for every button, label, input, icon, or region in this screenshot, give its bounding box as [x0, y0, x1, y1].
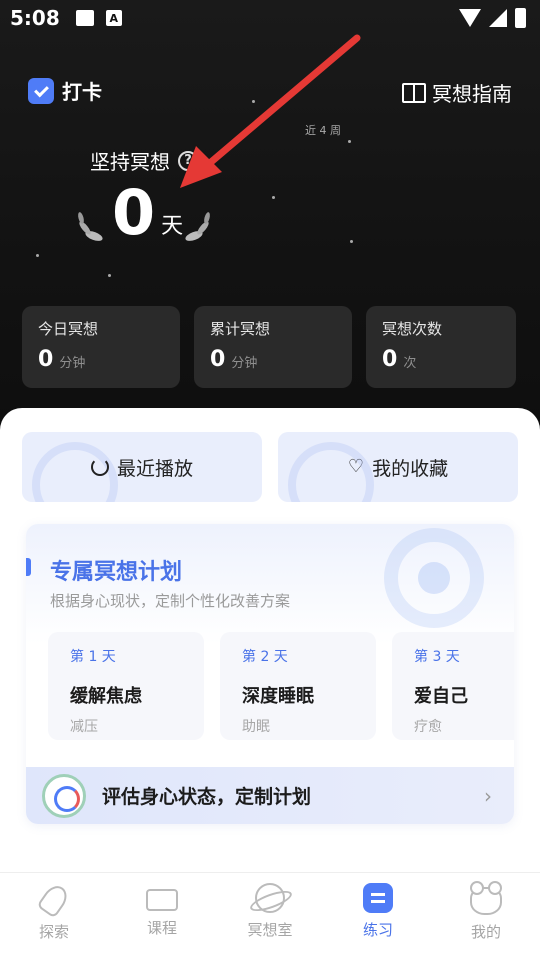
planet-icon — [255, 883, 285, 913]
day-label: 第 3 天 — [414, 649, 460, 665]
plan-day-card[interactable]: 第 1 天 缓解焦虑 减压 — [48, 632, 204, 740]
plan-card: 专属冥想计划 根据身心现状，定制个性化改善方案 第 1 天 缓解焦虑 减压 第 … — [26, 524, 514, 824]
bottom-tab-bar: 探索 课程 冥想室 练习 我的 — [0, 872, 540, 960]
stat-title: 冥想次数 — [382, 320, 443, 338]
stat-value: 0 — [38, 347, 54, 372]
stat-card-count: 冥想次数 0 次 — [366, 306, 516, 388]
content-sheet: 最近播放 ♡ 我的收藏 专属冥想计划 根据身心现状，定制个性化改善方案 第 1 … — [0, 408, 540, 878]
plan-days: 第 1 天 缓解焦虑 减压 第 2 天 深度睡眠 助眠 第 3 天 爱自己 疗愈 — [48, 632, 514, 740]
tab-label: 冥想室 — [247, 921, 293, 939]
chevron-right-icon: › — [484, 783, 492, 808]
plan-day-card[interactable]: 第 3 天 爱自己 疗愈 — [392, 632, 514, 740]
plan-title: 专属冥想计划 — [50, 560, 183, 585]
day-name: 深度睡眠 — [242, 686, 314, 707]
annotation-arrow — [180, 34, 361, 188]
graduation-cap-icon — [146, 889, 178, 911]
stat-title: 累计冥想 — [210, 320, 271, 338]
assess-label: 评估身心状态，定制计划 — [102, 786, 312, 808]
day-tag: 减压 — [70, 719, 98, 735]
tab-label: 练习 — [362, 921, 393, 939]
stat-unit: 分钟 — [59, 356, 86, 371]
recent-play-label: 最近播放 — [116, 457, 193, 480]
tab-explore[interactable]: 探索 — [0, 873, 108, 960]
stat-value: 0 — [382, 347, 398, 372]
rocket-icon — [36, 881, 72, 919]
tab-mine[interactable]: 我的 — [432, 873, 540, 960]
recent-play-button[interactable]: 最近播放 — [22, 432, 262, 502]
stat-value: 0 — [210, 347, 226, 372]
bear-icon — [470, 881, 502, 915]
tab-label: 课程 — [146, 919, 177, 937]
stats-row: 今日冥想 0 分钟 累计冥想 0 分钟 冥想次数 0 次 — [22, 306, 516, 388]
stat-card-total: 累计冥想 0 分钟 — [194, 306, 352, 388]
quick-actions: 最近播放 ♡ 我的收藏 — [22, 432, 518, 502]
stat-unit: 分钟 — [231, 356, 258, 371]
day-label: 第 2 天 — [242, 649, 288, 665]
assessment-icon — [42, 773, 86, 818]
day-tag: 助眠 — [242, 719, 270, 735]
tab-courses[interactable]: 课程 — [108, 873, 216, 960]
day-label: 第 1 天 — [70, 649, 116, 665]
heart-icon: ♡ — [347, 456, 365, 477]
stat-title: 今日冥想 — [38, 320, 99, 338]
refresh-icon — [90, 458, 109, 476]
plan-subtitle: 根据身心现状，定制个性化改善方案 — [50, 592, 291, 610]
plan-day-card[interactable]: 第 2 天 深度睡眠 助眠 — [220, 632, 376, 740]
day-tag: 疗愈 — [414, 719, 442, 735]
tab-label: 我的 — [470, 923, 501, 941]
tab-meditation-room[interactable]: 冥想室 — [216, 873, 324, 960]
plan-marker — [26, 558, 31, 576]
practice-icon — [363, 883, 393, 913]
assess-button[interactable]: 评估身心状态，定制计划 › — [26, 767, 514, 824]
favorites-label: 我的收藏 — [372, 457, 449, 480]
stat-unit: 次 — [403, 356, 417, 371]
favorites-button[interactable]: ♡ 我的收藏 — [278, 432, 518, 502]
target-icon — [384, 528, 484, 628]
tab-practice[interactable]: 练习 — [324, 873, 432, 960]
stat-card-today: 今日冥想 0 分钟 — [22, 306, 180, 388]
day-name: 爱自己 — [414, 686, 468, 707]
day-name: 缓解焦虑 — [70, 686, 142, 707]
tab-label: 探索 — [38, 923, 69, 941]
